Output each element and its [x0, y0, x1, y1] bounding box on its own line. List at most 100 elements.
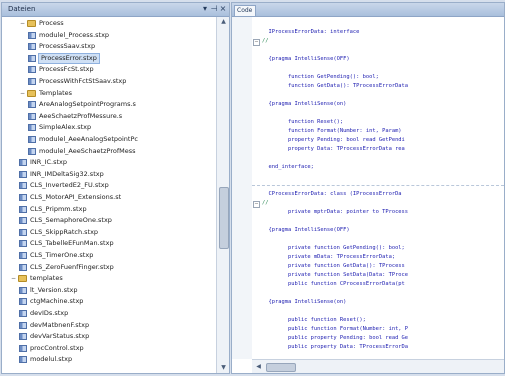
code-line[interactable]: 52 public property Pending: bool read Ge: [252, 335, 504, 342]
code-line[interactable]: 20: [252, 47, 504, 54]
file-icon: [19, 286, 27, 294]
tree-file[interactable]: CLS_Pripmm.stxp: [19, 205, 87, 214]
code-line[interactable]: 49: [252, 308, 504, 315]
tree-item-label: CLS_SemaphoreOne.stxp: [30, 216, 112, 225]
explorer-scrollbar[interactable]: ▲ ▼: [216, 17, 229, 373]
tree-file[interactable]: ProcessError.stxp: [28, 52, 100, 64]
tree-file[interactable]: AreAnalogSetpointPrograms.s: [28, 100, 136, 109]
code-line[interactable]: 23 function GetPending(): bool;: [252, 74, 504, 81]
collapse-icon[interactable]: −: [10, 275, 17, 282]
tree-file[interactable]: CLS_TimerOne.stxp: [19, 251, 93, 260]
code-line[interactable]: 48 {pragma IntelliSense(on): [252, 299, 504, 306]
code-line[interactable]: 34: [252, 173, 504, 180]
fold-toggle-icon[interactable]: −: [253, 39, 260, 46]
code-line[interactable]: 18 IProcessErrorData: interface: [252, 29, 504, 36]
code-line[interactable]: 33 end_interface;: [252, 164, 504, 171]
tree-file[interactable]: ProcessWithFctStSaav.stxp: [28, 77, 126, 86]
code-line[interactable]: 43 private mData: TProcessErrorData;: [252, 254, 504, 261]
scroll-up-icon[interactable]: ▲: [217, 17, 229, 27]
fold-toggle-icon[interactable]: −: [253, 201, 260, 208]
tree-item-label: ctgMachine.stxp: [30, 297, 84, 306]
code-line[interactable]: 40 {pragma IntelliSense(OFF): [252, 227, 504, 234]
code-line[interactable]: 31 property Data: TProcessErrorData rea: [252, 146, 504, 153]
code-line[interactable]: 26 {pragma IntelliSense(on): [252, 101, 504, 108]
code-line[interactable]: 50 public function Reset();: [252, 317, 504, 324]
tree-file[interactable]: CLS_ZeroFuenfFinger.stxp: [19, 263, 114, 272]
file-icon: [19, 159, 27, 167]
code-line[interactable]: 21 {pragma IntelliSense(OFF): [252, 56, 504, 63]
scrollbar-thumb[interactable]: [266, 363, 296, 372]
tree-file[interactable]: procControl.stxp: [19, 344, 84, 353]
tree-file[interactable]: ProcessFcSt.stxp: [28, 65, 94, 74]
code-line[interactable]: 19−//: [252, 38, 504, 46]
code-text: {pragma IntelliSense(on): [262, 299, 347, 305]
collapse-icon[interactable]: −: [19, 90, 26, 97]
editor-tab[interactable]: Code: [234, 5, 256, 16]
code-line[interactable]: 29 function Format(Number: int, Param): [252, 128, 504, 135]
tree-file[interactable]: ProcessSaav.stxp: [28, 42, 95, 51]
file-icon: [19, 344, 27, 352]
code-line[interactable]: 51 public function Format(Number: int, P: [252, 326, 504, 333]
tree-file[interactable]: modulel_AeeAnalogSetpointPc: [28, 135, 138, 144]
code-text: function Format(Number: int, Param): [262, 128, 402, 134]
code-line[interactable]: 46 public function CProcessErrorData(pt: [252, 281, 504, 288]
tree-file[interactable]: ctgMachine.stxp: [19, 297, 83, 306]
code-text: {pragma IntelliSense(OFF): [262, 227, 350, 233]
tree-file[interactable]: modulel_AeeSchaetzProfMess: [28, 147, 136, 156]
code-line[interactable]: 45 private function SetData(Data: TProce: [252, 272, 504, 279]
ide-window: Dateien ▾ ⊣ × − Process modulel_Process.st…: [0, 0, 505, 376]
tree-file[interactable]: lt_Version.stxp: [19, 286, 77, 295]
tree-file[interactable]: CLS_InvertedE2_FU.stxp: [19, 181, 109, 190]
tree-file[interactable]: AeeSchaetzProfMessure.s: [28, 112, 122, 121]
code-line[interactable]: 36 CProcessErrorData: class (IProcessErr…: [252, 191, 504, 198]
collapse-icon[interactable]: −: [19, 20, 26, 27]
scrollbar-thumb[interactable]: [219, 187, 229, 249]
tree-file[interactable]: CLS_SemaphoreOne.stxp: [19, 216, 112, 225]
code-line[interactable]: 35: [252, 182, 504, 189]
tree-item-label: SimpleAlex.stxp: [39, 123, 92, 132]
code-line[interactable]: 44 private function GetData(): TProcess: [252, 263, 504, 270]
tree-file[interactable]: modulel_Process.stxp: [28, 31, 109, 40]
file-icon: [19, 240, 27, 248]
code-line[interactable]: 27: [252, 110, 504, 117]
code-area[interactable]: 17 18 IProcessErrorData: interface 19−//20…: [252, 17, 504, 359]
code-line[interactable]: 39: [252, 218, 504, 225]
editor-horizontal-scrollbar[interactable]: ◀: [252, 359, 504, 373]
code-line[interactable]: 47: [252, 290, 504, 297]
code-line[interactable]: 42 private function GetPending(): bool;: [252, 245, 504, 252]
tree-file[interactable]: devVarStatus.stxp: [19, 332, 89, 341]
tree-file[interactable]: INR_IMDeltaSig32.stxp: [19, 170, 104, 179]
code-line[interactable]: 25: [252, 92, 504, 99]
scroll-down-icon[interactable]: ▼: [217, 363, 229, 373]
tree-folder[interactable]: − Templates: [19, 89, 72, 98]
tree-file[interactable]: INR_IC.stxp: [19, 158, 67, 167]
tree-item-label: ProcessError.stxp: [38, 52, 100, 64]
tree-item-label: AreAnalogSetpointPrograms.s: [39, 100, 136, 109]
code-line[interactable]: 24 function GetData(): TProcessErrorData: [252, 83, 504, 90]
code-line[interactable]: 38 private mptrData: pointer to TProcess: [252, 209, 504, 216]
code-line[interactable]: 37−//: [252, 200, 504, 208]
explorer-title: Dateien: [8, 5, 36, 13]
explorer-header: Dateien ▾ ⊣ ×: [2, 3, 229, 17]
code-line[interactable]: 28 function Reset();: [252, 119, 504, 126]
tree-file[interactable]: CLS_SkippRatch.stxp: [19, 228, 98, 237]
tree-folder[interactable]: − Process: [19, 19, 64, 28]
tree-file[interactable]: CLS_MotorAPI_Extensions.st: [19, 193, 121, 202]
tree-file[interactable]: devMatbnenF.stxp: [19, 321, 89, 330]
code-line[interactable]: 17: [252, 20, 504, 27]
tree-file[interactable]: devIDs.stxp: [19, 309, 68, 318]
close-icon[interactable]: ×: [218, 4, 228, 14]
code-line[interactable]: 30 property Pending: bool read GetPendi: [252, 137, 504, 144]
tree-item-label: ProcessWithFctStSaav.stxp: [39, 77, 127, 85]
code-line[interactable]: 53 public property Data: TProcessErrorDa: [252, 344, 504, 351]
code-line[interactable]: 22: [252, 65, 504, 72]
code-line[interactable]: 41: [252, 236, 504, 243]
tree-file[interactable]: modelul.stxp: [19, 355, 72, 364]
tree-folder[interactable]: − templates: [10, 274, 63, 283]
tree-file[interactable]: SimpleAlex.stxp: [28, 123, 91, 132]
tree-file[interactable]: CLS_TabelleEFunMan.stxp: [19, 239, 114, 248]
file-icon: [28, 54, 36, 62]
code-line[interactable]: 32: [252, 155, 504, 162]
code-text: end_interface;: [262, 164, 314, 170]
scroll-left-icon[interactable]: ◀: [254, 362, 263, 371]
